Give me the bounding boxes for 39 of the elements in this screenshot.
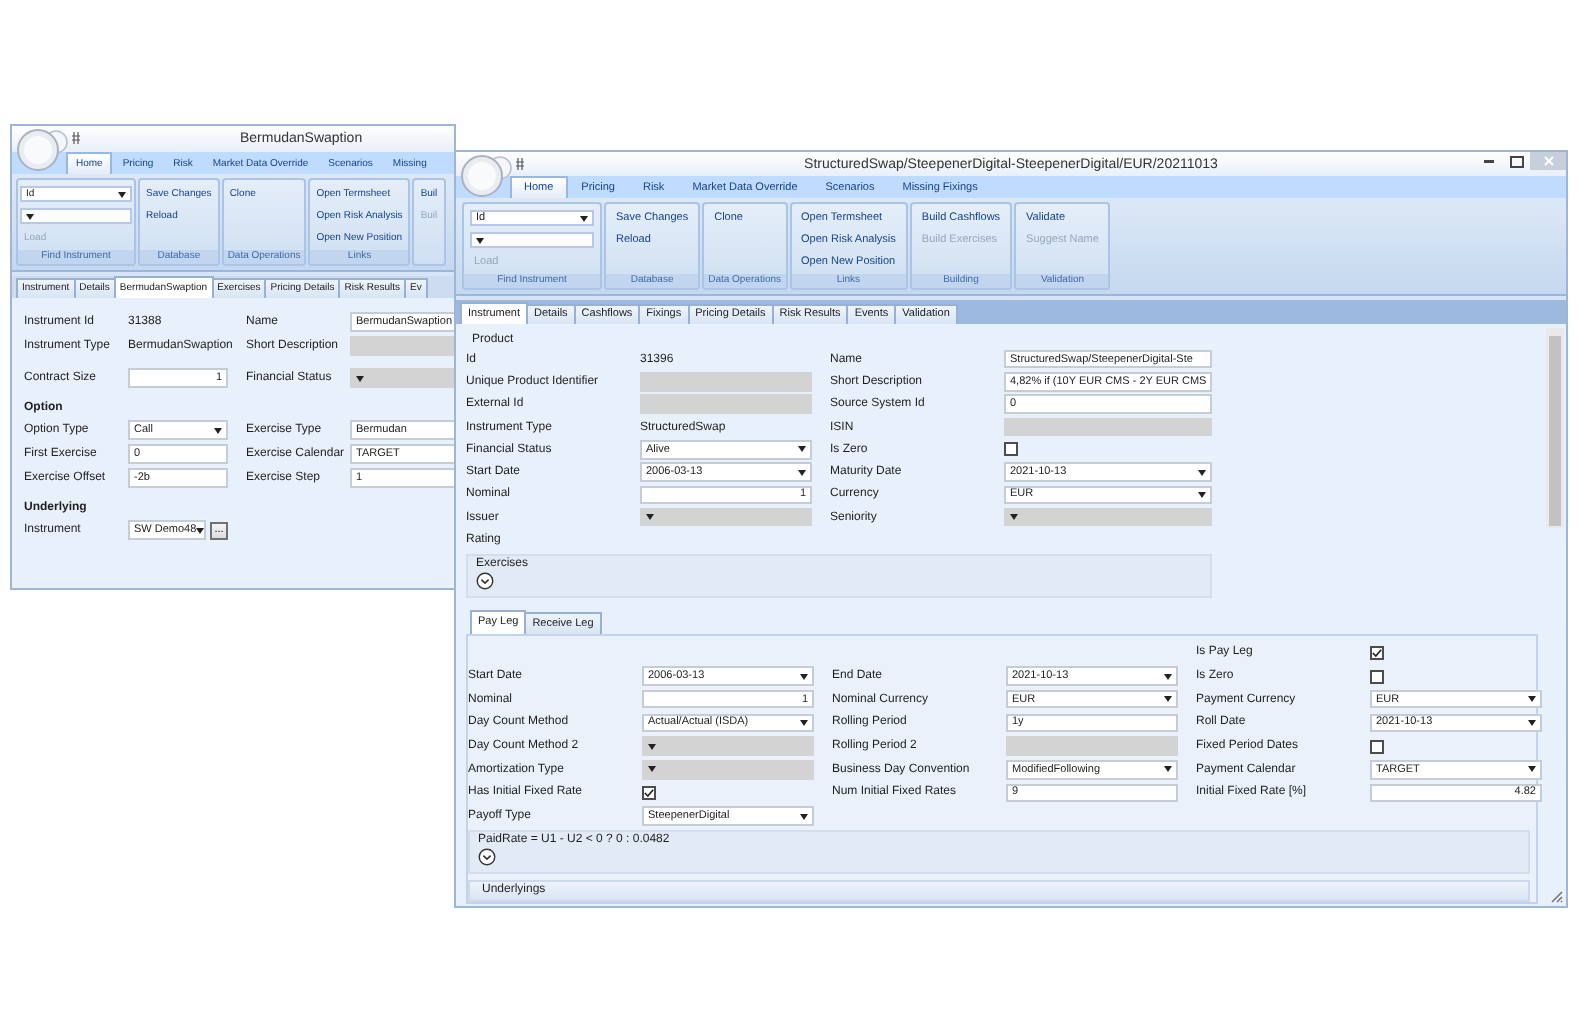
- caret-icon: [800, 813, 808, 820]
- app-orb-icon[interactable]: [16, 128, 72, 172]
- checkbox[interactable]: [1004, 442, 1018, 457]
- caret-icon: [214, 427, 222, 433]
- quick-access-icon[interactable]: [516, 158, 524, 170]
- caret-icon: [1164, 696, 1172, 703]
- scrollbar[interactable]: [1546, 328, 1564, 528]
- caret-icon: [356, 375, 364, 381]
- caret-icon: [798, 469, 806, 476]
- app-orb-icon[interactable]: [460, 154, 516, 198]
- caret-icon: [1528, 696, 1536, 703]
- caret-icon: [798, 446, 806, 453]
- expand-icon[interactable]: [478, 848, 496, 866]
- caret-icon: [800, 673, 808, 680]
- caret-icon: [648, 766, 656, 773]
- caret-icon: [26, 213, 34, 219]
- caret-icon: [1528, 766, 1536, 773]
- caret-icon: [196, 527, 204, 533]
- caret-icon: [580, 215, 588, 221]
- caret-icon: [648, 743, 656, 750]
- checkbox[interactable]: [1370, 645, 1384, 660]
- checkbox[interactable]: [642, 785, 656, 800]
- caret-icon: [118, 191, 126, 197]
- caret-icon: [646, 514, 654, 521]
- caret-icon: [1528, 719, 1536, 726]
- quick-access-icon[interactable]: [72, 132, 80, 144]
- caret-icon: [800, 719, 808, 726]
- caret-icon: [1198, 469, 1206, 476]
- caret-icon: [1164, 673, 1172, 680]
- checkbox[interactable]: [1370, 739, 1384, 754]
- resize-grip-icon[interactable]: [1550, 890, 1564, 904]
- caret-icon: [1164, 766, 1172, 773]
- checkbox[interactable]: [1370, 669, 1384, 684]
- dropdown[interactable]: [470, 232, 594, 248]
- caret-icon: [1010, 514, 1018, 521]
- caret-icon: [1198, 491, 1206, 498]
- expand-icon[interactable]: [476, 571, 494, 590]
- dropdown[interactable]: [20, 208, 132, 224]
- caret-icon: [476, 237, 484, 243]
